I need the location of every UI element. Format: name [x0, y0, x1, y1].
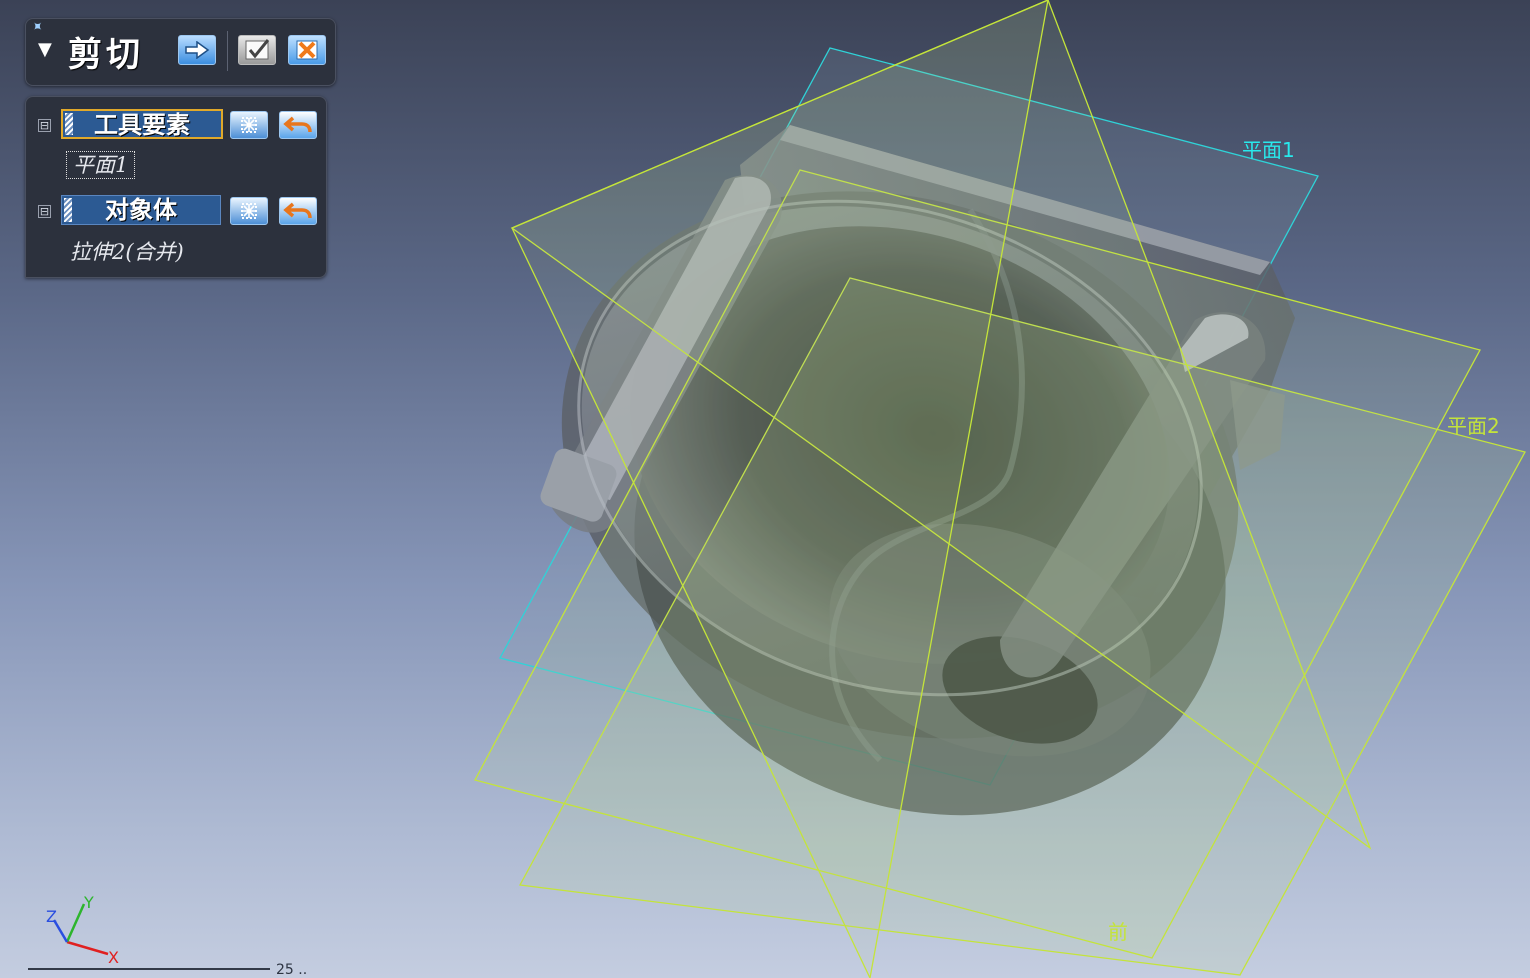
- tool-elements-field[interactable]: 工具要素: [61, 109, 223, 139]
- undo-arrow-icon: [283, 116, 312, 133]
- selection-icon: [241, 203, 257, 219]
- tool-undo-button[interactable]: [279, 111, 317, 139]
- ok-button[interactable]: [238, 35, 276, 65]
- y-axis-label: Y: [83, 893, 94, 912]
- plane-1-label[interactable]: 平面1: [1242, 134, 1295, 163]
- cancel-button[interactable]: [288, 35, 326, 65]
- z-axis-label: Z: [46, 907, 57, 926]
- hatch-icon: [65, 113, 73, 135]
- tool-select-button[interactable]: [230, 111, 268, 139]
- selection-icon: [241, 117, 257, 133]
- plane-2-label[interactable]: 平面2: [1447, 410, 1500, 439]
- tool-selected-item[interactable]: 平面1: [66, 151, 136, 179]
- command-title: 剪切: [68, 35, 144, 75]
- arrow-right-icon: [185, 41, 210, 59]
- axis-triad: X Y Z: [46, 893, 119, 967]
- apply-button[interactable]: [178, 35, 216, 65]
- scale-bar: [28, 968, 270, 970]
- scale-label: 25 ..: [276, 962, 308, 978]
- object-selected-item[interactable]: 拉伸2(合并): [70, 237, 184, 267]
- close-x-icon: [296, 40, 318, 60]
- object-select-button[interactable]: [230, 197, 268, 225]
- object-undo-button[interactable]: [279, 197, 317, 225]
- tool-section-expander[interactable]: ⊟: [38, 119, 51, 132]
- object-section-expander[interactable]: ⊟: [38, 205, 51, 218]
- object-body-field[interactable]: 对象体: [61, 195, 221, 225]
- pin-icon[interactable]: ✦: [27, 17, 47, 37]
- cut-command-header: ✦ ▼ 剪切: [25, 17, 336, 86]
- tool-elements-label: 工具要素: [94, 110, 190, 139]
- hatch-icon: [64, 198, 72, 222]
- x-axis-label: X: [108, 948, 119, 967]
- check-icon: [245, 39, 270, 60]
- plane-front-label[interactable]: 前: [1108, 916, 1128, 945]
- header-divider: [227, 31, 228, 71]
- object-body-label: 对象体: [105, 195, 177, 224]
- selection-tree-panel: ⊟ 工具要素 平面1 ⊟ 对象体 拉伸2(合并): [25, 96, 327, 278]
- undo-arrow-icon: [283, 202, 312, 219]
- triangle-down-icon[interactable]: ▼: [38, 39, 52, 60]
